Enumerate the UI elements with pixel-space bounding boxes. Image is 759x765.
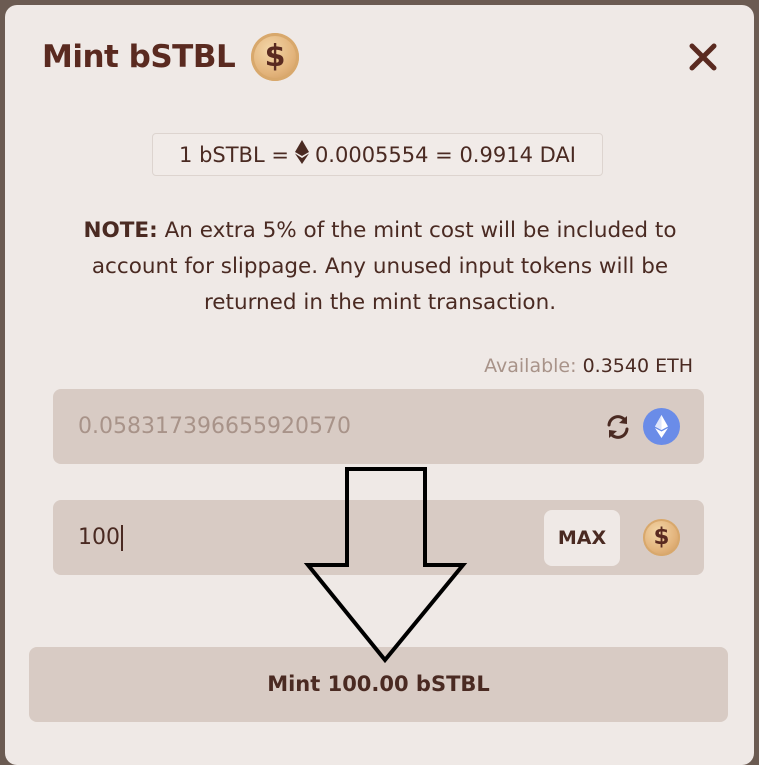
max-button[interactable]: MAX [544, 510, 620, 566]
note-label: NOTE: [83, 218, 158, 243]
bstbl-amount-value[interactable]: 100 [78, 525, 120, 550]
refresh-icon[interactable] [605, 414, 631, 440]
exchange-rate: 1 bSTBL = 0.0005554 = 0.9914 DAI [152, 133, 603, 176]
close-icon[interactable] [685, 39, 721, 75]
ethereum-icon [294, 140, 309, 169]
mint-modal: Mint bSTBL $ 1 bSTBL = 0.0005554 = 0.991… [5, 5, 754, 765]
available-value: 0.3540 ETH [582, 355, 693, 377]
available-label: Available: [484, 355, 577, 377]
bstbl-amount-field[interactable]: 100 MAX $ [53, 500, 704, 575]
dollar-coin-icon: $ [251, 33, 299, 81]
eth-amount-field[interactable]: 0.058317396655920570 [53, 389, 704, 464]
note-text: An extra 5% of the mint cost will be inc… [91, 218, 677, 315]
mint-button[interactable]: Mint 100.00 bSTBL [29, 647, 728, 722]
eth-amount-value[interactable]: 0.058317396655920570 [78, 389, 351, 464]
bstbl-amount-input[interactable]: 100 [78, 500, 123, 575]
modal-title: Mint bSTBL [42, 39, 236, 75]
rate-left: 1 bSTBL = [179, 142, 289, 167]
slippage-note: NOTE: An extra 5% of the mint cost will … [45, 213, 715, 321]
text-cursor [121, 525, 123, 551]
available-balance: Available: 0.3540 ETH [484, 355, 693, 377]
ethereum-icon [643, 408, 680, 445]
dollar-coin-icon: $ [643, 519, 680, 556]
rate-right: 0.0005554 = 0.9914 DAI [314, 142, 576, 167]
